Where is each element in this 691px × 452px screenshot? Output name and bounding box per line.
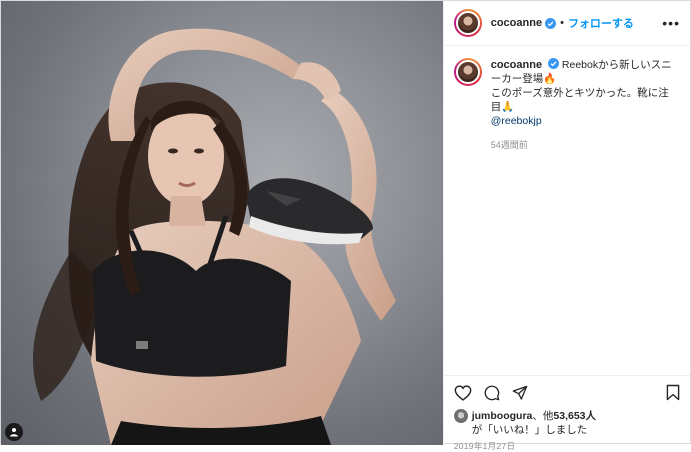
post-date: 2019年1月27日 [453,441,516,451]
share-button[interactable] [512,385,528,401]
verified-badge-icon [548,58,559,69]
save-button[interactable] [666,384,680,401]
likes-count[interactable]: 53,653人 [553,410,596,422]
comments-area: cocoanne Reebokから新しいスニーカー登場🔥 このポーズ意外とキツか… [444,46,690,375]
comment-icon [484,385,500,400]
share-icon [512,385,528,400]
first-liker[interactable]: jumboogura [472,410,533,422]
verified-badge-icon [545,17,557,29]
caption-username[interactable]: cocoanne [491,59,542,71]
caption-avatar[interactable] [453,58,482,86]
post-header: cocoanne • フォローする ••• [443,1,690,46]
mention-link[interactable]: @reebokjp [491,115,542,127]
action-bar [443,375,690,409]
comment-button[interactable] [484,385,500,401]
author-avatar[interactable] [453,9,482,37]
follow-button[interactable]: フォローする [568,15,634,31]
header-separator: • [560,17,564,29]
likes-end: が「いいね！」しました [471,424,588,436]
more-options-icon[interactable]: ••• [662,16,680,30]
post-side-panel: cocoanne • フォローする ••• cocoanne Reebokから新… [442,1,690,451]
author-username[interactable]: cocoanne [491,17,542,29]
post-footer: jumboogura、他53,653人 が「いいね！」しました 2019年1月2… [443,375,690,451]
liker-avatar[interactable] [453,409,468,423]
caption-line-2: このポーズ意外とキツかった。靴に注目🙏 [490,87,669,113]
instagram-post: cocoanne • フォローする ••• cocoanne Reebokから新… [0,0,691,451]
caption-timestamp: 54週間前 [490,140,528,150]
caption-text: cocoanne Reebokから新しいスニーカー登場🔥 このポーズ意外とキツか… [491,58,676,128]
likes-summary: jumboogura、他53,653人 が「いいね！」しました [444,409,690,437]
caption: cocoanne Reebokから新しいスニーカー登場🔥 このポーズ意外とキツか… [453,58,680,128]
likes-text: jumboogura、他53,653人 が「いいね！」しました [472,409,596,437]
person-icon [10,428,18,437]
heart-icon [454,384,472,401]
post-photo[interactable] [1,1,443,445]
tagged-users-button[interactable] [5,423,23,441]
bookmark-icon [666,384,680,401]
like-button[interactable] [454,384,472,401]
photo-illustration [32,28,396,445]
likes-middle: 、他 [532,410,554,422]
